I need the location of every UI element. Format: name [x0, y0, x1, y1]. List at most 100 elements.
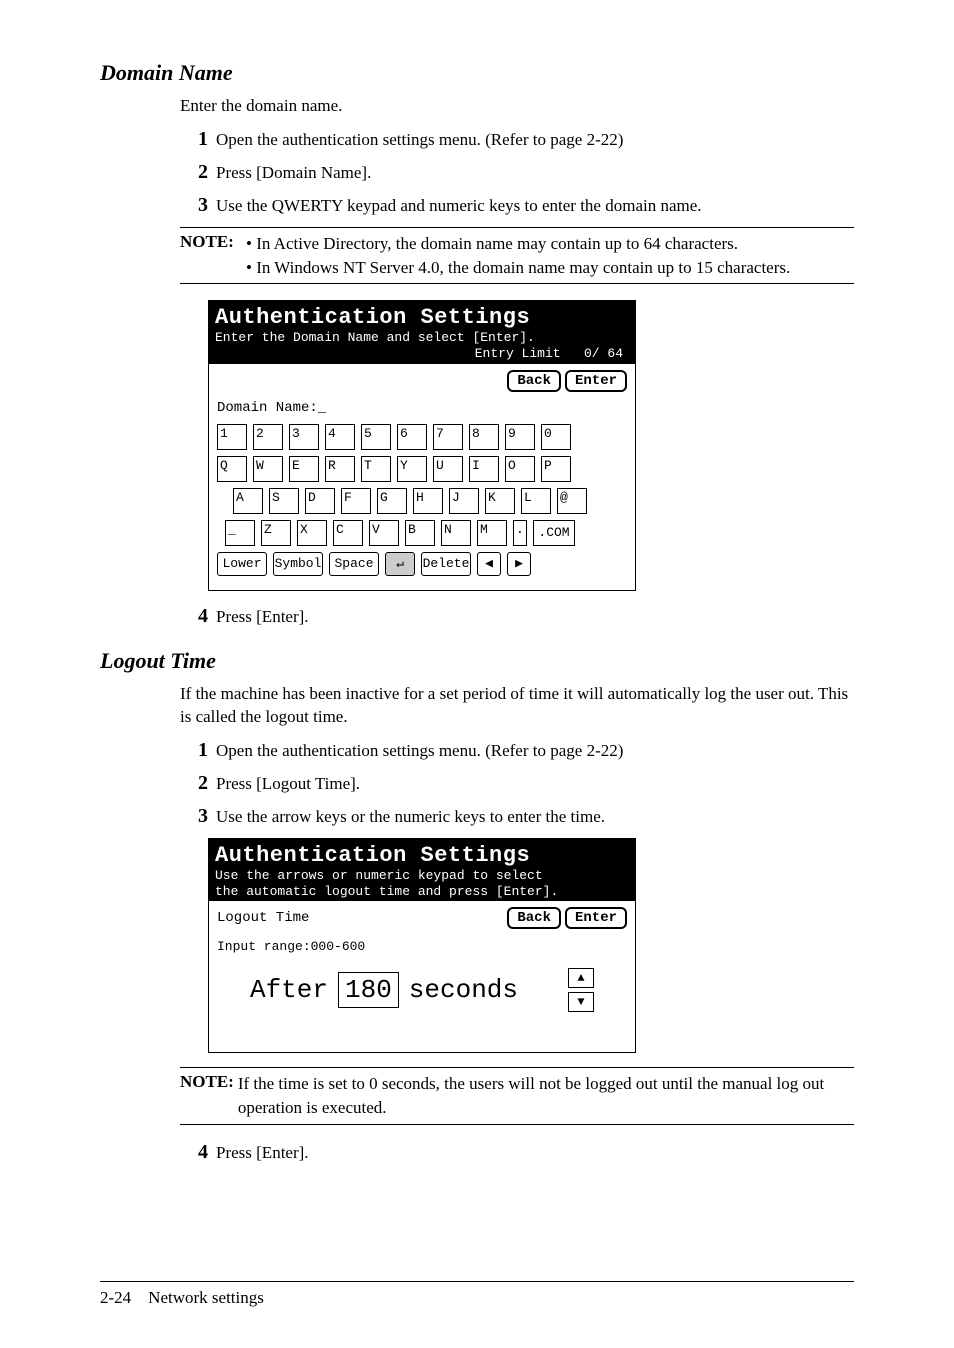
step-item: 2Press [Logout Time].	[180, 772, 854, 795]
key-n[interactable]: N	[441, 520, 471, 546]
page-number: 2-24	[100, 1288, 131, 1307]
section-title-logout: Logout Time	[100, 648, 854, 674]
keyboard-row-4: _ Z X C V B N M . .COM	[225, 520, 627, 546]
key-4[interactable]: 4	[325, 424, 355, 450]
lcd-sub-1: Use the arrows or numeric keypad to sele…	[215, 868, 629, 884]
enter-button[interactable]: Enter	[565, 370, 627, 392]
footer-title: Network settings	[148, 1288, 264, 1307]
step-text: Open the authentication settings menu. (…	[216, 739, 623, 761]
lcd-entry-limit: Entry Limit 0/ 64	[215, 346, 629, 362]
key-delete[interactable]: Delete	[421, 552, 471, 576]
after-label: After	[250, 975, 328, 1005]
logout-seconds-input[interactable]: 180	[338, 972, 399, 1008]
key-r[interactable]: R	[325, 456, 355, 482]
step-text: Press [Enter].	[216, 605, 309, 627]
input-range-label: Input range:000-600	[217, 939, 627, 954]
note-label: NOTE:	[180, 1072, 234, 1120]
key-dotcom[interactable]: .COM	[533, 520, 575, 546]
back-button[interactable]: Back	[507, 370, 561, 392]
key-5[interactable]: 5	[361, 424, 391, 450]
down-arrow-button[interactable]: ▼	[568, 992, 594, 1012]
keyboard-row-bottom: Lower Symbol Space ↵ Delete ◀ ▶	[217, 552, 627, 576]
domain-steps-cont: 4Press [Enter].	[180, 605, 854, 628]
key-d[interactable]: D	[305, 488, 335, 514]
step-number: 1	[180, 128, 208, 151]
key-backspace[interactable]: ↵	[385, 552, 415, 576]
key-q[interactable]: Q	[217, 456, 247, 482]
note-block-logout: NOTE: If the time is set to 0 seconds, t…	[180, 1067, 854, 1125]
step-text: Use the arrow keys or the numeric keys t…	[216, 805, 605, 827]
step-number: 1	[180, 739, 208, 762]
step-text: Press [Domain Name].	[216, 161, 371, 183]
step-item: 2 Press [Domain Name].	[180, 161, 854, 184]
key-x[interactable]: X	[297, 520, 327, 546]
logout-steps-cont: 4Press [Enter].	[180, 1141, 854, 1164]
enter-button[interactable]: Enter	[565, 907, 627, 929]
lcd-sub-2: the automatic logout time and press [Ent…	[215, 884, 629, 900]
seconds-label: seconds	[409, 975, 518, 1005]
step-text: Use the QWERTY keypad and numeric keys t…	[216, 194, 702, 216]
key-1[interactable]: 1	[217, 424, 247, 450]
lcd-title: Authentication Settings	[215, 843, 629, 868]
lcd-header: Authentication Settings Use the arrows o…	[209, 839, 635, 901]
step-item: 1 Open the authentication settings menu. …	[180, 739, 854, 762]
lcd-header: Authentication Settings Enter the Domain…	[209, 301, 635, 363]
footer-divider	[100, 1281, 854, 1282]
key-3[interactable]: 3	[289, 424, 319, 450]
key-right-arrow[interactable]: ▶	[507, 552, 531, 576]
note-bullet: • In Active Directory, the domain name m…	[246, 232, 790, 256]
key-s[interactable]: S	[269, 488, 299, 514]
key-u[interactable]: U	[433, 456, 463, 482]
step-item: 4Press [Enter].	[180, 605, 854, 628]
key-at[interactable]: @	[557, 488, 587, 514]
key-m[interactable]: M	[477, 520, 507, 546]
key-lower[interactable]: Lower	[217, 552, 267, 576]
key-i[interactable]: I	[469, 456, 499, 482]
key-7[interactable]: 7	[433, 424, 463, 450]
note-block-domain: NOTE: • In Active Directory, the domain …	[180, 227, 854, 285]
logout-intro: If the machine has been inactive for a s…	[180, 682, 854, 730]
key-a[interactable]: A	[233, 488, 263, 514]
key-y[interactable]: Y	[397, 456, 427, 482]
key-z[interactable]: Z	[261, 520, 291, 546]
key-w[interactable]: W	[253, 456, 283, 482]
note-text: If the time is set to 0 seconds, the use…	[238, 1072, 854, 1120]
key-g[interactable]: G	[377, 488, 407, 514]
up-arrow-button[interactable]: ▲	[568, 968, 594, 988]
keyboard-row-1: 1 2 3 4 5 6 7 8 9 0	[217, 424, 627, 450]
key-b[interactable]: B	[405, 520, 435, 546]
step-number: 3	[180, 194, 208, 217]
key-o[interactable]: O	[505, 456, 535, 482]
key-symbol[interactable]: Symbol	[273, 552, 323, 576]
logout-time-label: Logout Time	[217, 910, 309, 926]
key-period[interactable]: .	[513, 520, 527, 546]
key-0[interactable]: 0	[541, 424, 571, 450]
back-button[interactable]: Back	[507, 907, 561, 929]
key-f[interactable]: F	[341, 488, 371, 514]
lcd-subtitle: Enter the Domain Name and select [Enter]…	[215, 330, 629, 346]
key-e[interactable]: E	[289, 456, 319, 482]
key-h[interactable]: H	[413, 488, 443, 514]
key-v[interactable]: V	[369, 520, 399, 546]
key-8[interactable]: 8	[469, 424, 499, 450]
key-9[interactable]: 9	[505, 424, 535, 450]
key-j[interactable]: J	[449, 488, 479, 514]
key-left-arrow[interactable]: ◀	[477, 552, 501, 576]
lcd-title: Authentication Settings	[215, 305, 629, 330]
key-space[interactable]: Space	[329, 552, 379, 576]
key-2[interactable]: 2	[253, 424, 283, 450]
domain-steps: 1Open the authentication settings menu. …	[180, 128, 854, 217]
key-t[interactable]: T	[361, 456, 391, 482]
step-number: 2	[180, 772, 208, 795]
logout-input-row: After 180 seconds ▲ ▼	[217, 968, 627, 1012]
step-number: 2	[180, 161, 208, 184]
domain-intro: Enter the domain name.	[180, 94, 854, 118]
keyboard-row-3: A S D F G H J K L @	[233, 488, 627, 514]
key-c[interactable]: C	[333, 520, 363, 546]
key-p[interactable]: P	[541, 456, 571, 482]
step-item: 3Use the arrow keys or the numeric keys …	[180, 805, 854, 828]
key-l[interactable]: L	[521, 488, 551, 514]
key-underscore[interactable]: _	[225, 520, 255, 546]
key-6[interactable]: 6	[397, 424, 427, 450]
key-k[interactable]: K	[485, 488, 515, 514]
